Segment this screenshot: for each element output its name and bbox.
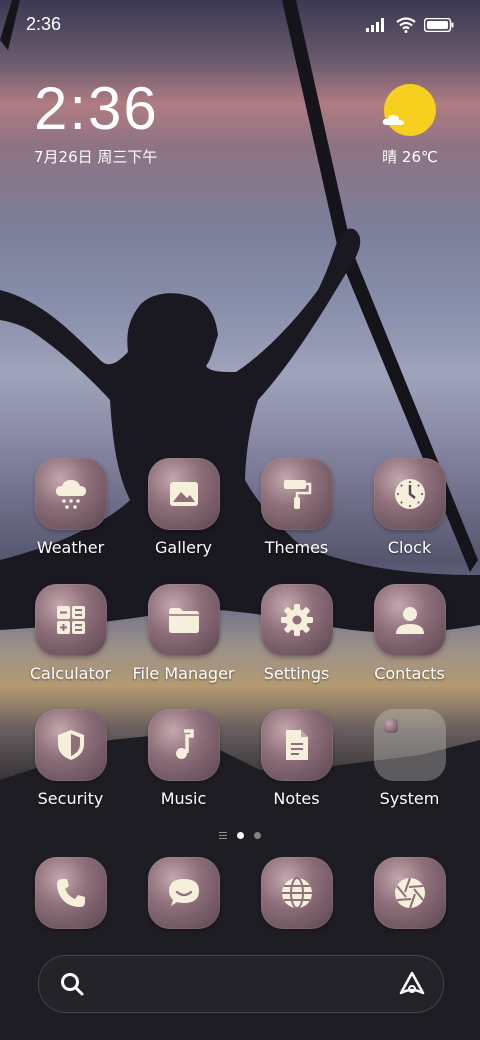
dock-browser[interactable] [240, 857, 353, 929]
folder-icon [168, 608, 199, 633]
dock-camera[interactable] [353, 857, 466, 929]
page-dot [254, 831, 261, 839]
phone-icon [56, 879, 85, 907]
page-dot-active [237, 831, 244, 839]
assistant-icon[interactable] [397, 969, 427, 999]
app-file-manager[interactable]: File Manager [127, 584, 240, 683]
app-label: Music [160, 789, 207, 808]
shield-icon [57, 730, 84, 760]
paint-roller-icon [283, 480, 311, 509]
folder-group-icon [373, 709, 446, 781]
image-icon [169, 482, 198, 506]
folder-system[interactable]: System [353, 709, 466, 808]
note-icon [285, 730, 308, 760]
sun-icon [382, 84, 436, 136]
app-themes[interactable]: Themes [240, 458, 353, 557]
widget-time: 2:36 [34, 75, 159, 142]
feed-page-indicator [219, 831, 227, 839]
app-music[interactable]: Music [127, 709, 240, 808]
app-calculator[interactable]: Calculator [14, 584, 127, 683]
status-time: 2:36 [26, 14, 62, 34]
app-gallery[interactable]: Gallery [127, 458, 240, 557]
cloud-icon [382, 114, 404, 125]
page-indicator[interactable] [0, 828, 480, 842]
app-label: Contacts [374, 664, 445, 683]
app-label: Themes [264, 538, 329, 557]
app-label: File Manager [132, 664, 235, 683]
camera-aperture-icon [394, 877, 425, 909]
wifi-icon [396, 17, 416, 33]
search-bar[interactable] [38, 955, 444, 1013]
app-label: Notes [273, 789, 320, 808]
status-icons [366, 15, 454, 35]
weather-text: 晴 26℃ [382, 148, 438, 166]
status-bar: 2:36 [0, 0, 480, 50]
app-notes[interactable]: Notes [240, 709, 353, 808]
app-label: Settings [263, 664, 330, 683]
message-icon [168, 879, 199, 906]
signal-icon [366, 18, 384, 32]
gear-icon [280, 604, 313, 636]
cloud-snow-icon [55, 480, 86, 509]
app-label: Calculator [29, 664, 112, 683]
weather-widget[interactable]: 晴 26℃ [370, 82, 450, 167]
battery-icon [424, 18, 454, 32]
music-note-icon [175, 729, 194, 759]
app-settings[interactable]: Settings [240, 584, 353, 683]
app-label: Weather [36, 538, 105, 557]
app-label: Gallery [155, 538, 212, 557]
clock-widget[interactable]: 2:36 7月26日 周三下午 [34, 78, 159, 167]
calculator-icon [56, 606, 85, 634]
person-icon [395, 607, 424, 634]
app-security[interactable]: Security [14, 709, 127, 808]
app-label: Clock [387, 538, 432, 557]
search-icon [61, 973, 84, 996]
app-weather[interactable]: Weather [14, 458, 127, 557]
app-clock[interactable]: Clock [353, 458, 466, 557]
app-contacts[interactable]: Contacts [353, 584, 466, 683]
folder-label: System [379, 789, 440, 808]
app-label: Security [37, 789, 104, 808]
clock-icon [394, 479, 425, 509]
dock-phone[interactable] [14, 857, 127, 929]
globe-icon [281, 877, 312, 909]
widget-date: 7月26日 周三下午 [34, 148, 158, 166]
dock-messages[interactable] [127, 857, 240, 929]
mini-app-icon [383, 719, 398, 733]
